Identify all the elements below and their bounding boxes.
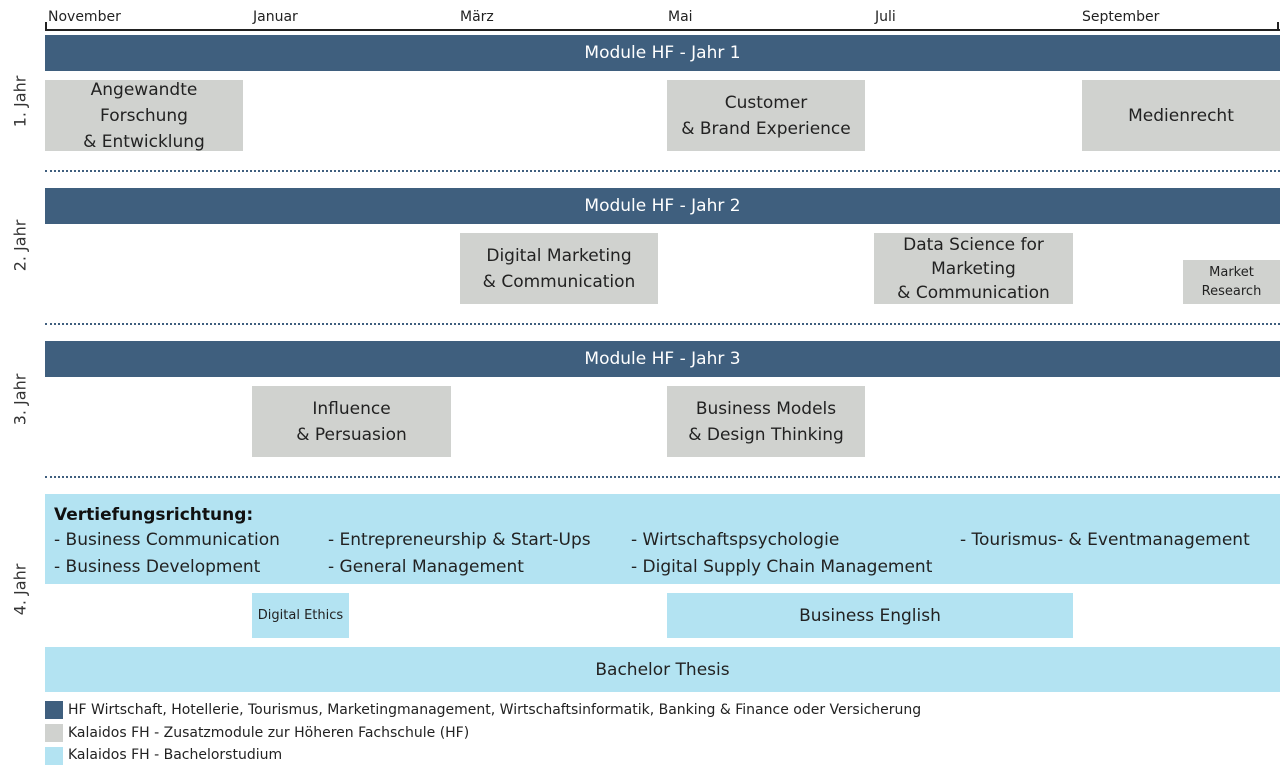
module-business-models: Business Models & Design Thinking	[667, 386, 865, 457]
module-bachelor-thesis: Bachelor Thesis	[45, 647, 1280, 692]
legend-swatch-zusatzmodule	[45, 724, 63, 742]
legend-swatch-hf	[45, 701, 63, 719]
year-label-3: 3. Jahr	[10, 373, 30, 426]
specialization-item: - General Management	[328, 557, 524, 577]
specialization-title: Vertiefungsrichtung:	[54, 505, 254, 525]
specialization-item: - Wirtschaftspsychologie	[631, 530, 840, 550]
module-influence-persuasion: Influence & Persuasion	[252, 386, 451, 457]
module-customer-brand-experience: Customer & Brand Experience	[667, 80, 865, 151]
year-label-1: 1. Jahr	[10, 75, 30, 128]
month-september: September	[1082, 9, 1160, 25]
module-market-research: Market Research	[1183, 260, 1280, 304]
module-data-science: Data Science for Marketing & Communicati…	[874, 233, 1073, 304]
module-digital-ethics: Digital Ethics	[252, 593, 349, 638]
legend-label-hf: HF Wirtschaft, Hotellerie, Tourismus, Ma…	[68, 702, 922, 718]
specialization-item: - Digital Supply Chain Management	[631, 557, 933, 577]
month-maerz: März	[460, 9, 494, 25]
year-label-4: 4. Jahr	[10, 563, 30, 616]
month-juli: Juli	[875, 9, 896, 25]
legend-label-bachelor: Kalaidos FH - Bachelorstudium	[68, 747, 283, 763]
specialization-item: - Entrepreneurship & Start-Ups	[328, 530, 591, 550]
timeline-axis	[45, 29, 1280, 31]
hf-bar-year-1: Module HF - Jahr 1	[45, 35, 1280, 71]
timeline-tick	[1277, 22, 1279, 31]
module-business-english: Business English	[667, 593, 1073, 638]
hf-bar-year-2: Module HF - Jahr 2	[45, 188, 1280, 224]
legend-swatch-bachelor	[45, 747, 63, 765]
module-medienrecht: Medienrecht	[1082, 80, 1280, 151]
month-november: November	[48, 9, 121, 25]
year-divider	[45, 476, 1280, 478]
year-divider	[45, 170, 1280, 172]
module-digital-marketing: Digital Marketing & Communication	[460, 233, 658, 304]
specialization-item: - Business Development	[54, 557, 261, 577]
year-divider	[45, 323, 1280, 325]
specialization-item: - Tourismus- & Eventmanagement	[960, 530, 1250, 550]
month-mai: Mai	[668, 9, 693, 25]
specialization-item: - Business Communication	[54, 530, 280, 550]
year-label-2: 2. Jahr	[10, 219, 30, 272]
legend-label-zusatzmodule: Kalaidos FH - Zusatzmodule zur Höheren F…	[68, 725, 470, 741]
timeline-tick	[45, 22, 47, 31]
month-januar: Januar	[253, 9, 298, 25]
hf-bar-year-3: Module HF - Jahr 3	[45, 341, 1280, 377]
module-angewandte-forschung: Angewandte Forschung & Entwicklung	[45, 80, 243, 152]
